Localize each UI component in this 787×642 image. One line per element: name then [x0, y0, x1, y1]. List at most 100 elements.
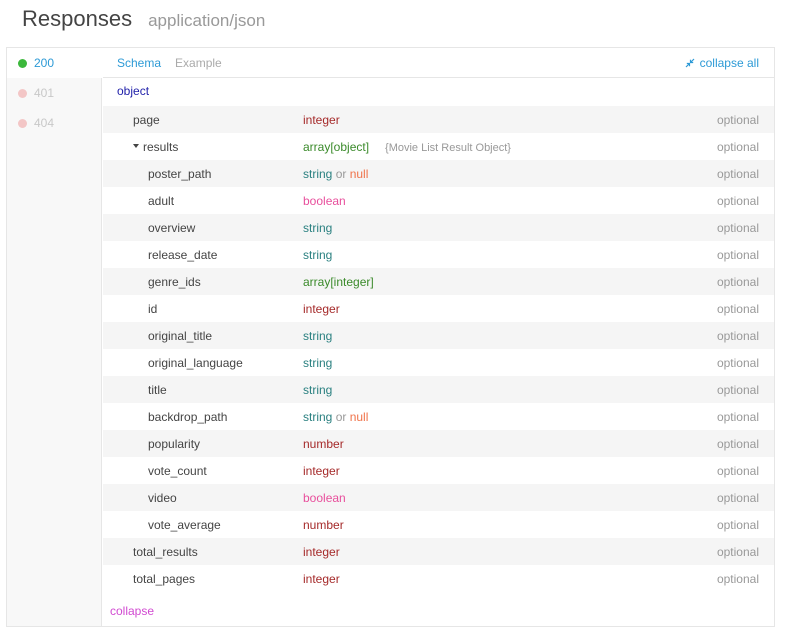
collapse-arrows-icon: [685, 58, 695, 68]
tab-example[interactable]: Example: [175, 56, 222, 70]
field-optional: optional: [716, 139, 759, 154]
field-name-text: results: [143, 139, 179, 154]
field-optional: optional: [716, 328, 759, 343]
schema-rows: page integer optional results array[obje…: [103, 106, 774, 592]
schema-row-results[interactable]: results array[object] {Movie List Result …: [103, 133, 774, 160]
field-type: integer: [303, 301, 340, 316]
field-type: string: [303, 328, 333, 343]
field-type-or: or: [335, 409, 347, 424]
field-name: id: [148, 301, 158, 316]
field-type: string: [303, 247, 333, 262]
field-optional: optional: [716, 544, 759, 559]
schema-row-release-date: release_date string optional: [103, 241, 774, 268]
field-optional: optional: [716, 517, 759, 532]
field-optional: optional: [716, 301, 759, 316]
field-name: backdrop_path: [148, 409, 228, 424]
status-code-list: 200 401 404: [7, 48, 102, 626]
tab-schema[interactable]: Schema: [117, 56, 161, 70]
schema-row-id: id integer optional: [103, 295, 774, 322]
field-type: array[object] {Movie List Result Object}: [303, 140, 511, 154]
status-code-label: 200: [34, 56, 55, 70]
root-object-type[interactable]: object: [117, 84, 149, 98]
field-type: integer: [303, 463, 340, 478]
field-type: boolean: [303, 193, 346, 208]
field-optional: optional: [716, 247, 759, 262]
field-name[interactable]: results: [133, 140, 178, 154]
response-panel: 200 401 404 Schema Example collapse all …: [6, 47, 775, 627]
collapse-link[interactable]: collapse: [110, 604, 154, 618]
field-optional: optional: [716, 355, 759, 370]
field-type-text: array[object]: [303, 139, 370, 154]
field-name: original_language: [148, 355, 243, 370]
field-name: original_title: [148, 328, 213, 343]
field-optional: optional: [716, 571, 759, 586]
field-type: array[integer]: [303, 274, 374, 289]
field-optional: optional: [716, 436, 759, 451]
schema-row-genre-ids: genre_ids array[integer] optional: [103, 268, 774, 295]
schema-row-title: title string optional: [103, 376, 774, 403]
field-type-or: or: [335, 166, 347, 181]
field-type-text: string: [303, 166, 333, 181]
field-optional: optional: [716, 409, 759, 424]
field-name: total_results: [133, 544, 198, 559]
caret-down-icon: [133, 144, 139, 149]
field-type: integer: [303, 544, 340, 559]
page-title: Responses: [22, 6, 133, 31]
status-dot-icon: [18, 58, 27, 68]
status-code-label: 401: [34, 86, 55, 100]
field-type-note: {Movie List Result Object}: [385, 141, 511, 154]
collapse-all-label: collapse all: [699, 56, 759, 70]
schema-row-total-results: total_results integer optional: [103, 538, 774, 565]
schema-row-adult: adult boolean optional: [103, 187, 774, 214]
field-optional: optional: [716, 220, 759, 235]
status-code-label: 404: [34, 116, 55, 130]
field-name: adult: [148, 193, 175, 208]
field-type: string: [303, 355, 333, 370]
status-dot-icon: [18, 118, 27, 128]
schema-row-original-title: original_title string optional: [103, 322, 774, 349]
field-type: string: [303, 382, 333, 397]
schema-row-backdrop-path: backdrop_path string or null optional: [103, 403, 774, 430]
field-type: number: [303, 436, 344, 451]
schema-row-total-pages: total_pages integer optional: [103, 565, 774, 592]
field-name: poster_path: [148, 166, 212, 181]
field-optional: optional: [716, 382, 759, 397]
schema-row-page: page integer optional: [103, 106, 774, 133]
responses-header: Responses application/json: [22, 6, 265, 36]
field-optional: optional: [716, 193, 759, 208]
schema-row-original-language: original_language string optional: [103, 349, 774, 376]
field-name: vote_count: [148, 463, 207, 478]
field-type: string or null: [303, 167, 368, 181]
field-type-null: null: [349, 166, 369, 181]
field-name: title: [148, 382, 167, 397]
status-code-401[interactable]: 401: [7, 78, 102, 108]
field-name: release_date: [148, 247, 218, 262]
schema-row-poster-path: poster_path string or null optional: [103, 160, 774, 187]
schema-row-popularity: popularity number optional: [103, 430, 774, 457]
schema-row-vote-count: vote_count integer optional: [103, 457, 774, 484]
field-optional: optional: [716, 490, 759, 505]
field-type: integer: [303, 571, 340, 586]
field-name: page: [133, 112, 160, 127]
field-type: boolean: [303, 490, 346, 505]
field-name: overview: [148, 220, 196, 235]
field-name: total_pages: [133, 571, 196, 586]
field-type: string: [303, 220, 333, 235]
field-type: number: [303, 517, 344, 532]
field-optional: optional: [716, 274, 759, 289]
field-name: popularity: [148, 436, 201, 451]
collapse-all-button[interactable]: collapse all: [685, 48, 759, 78]
field-optional: optional: [716, 112, 759, 127]
status-code-404[interactable]: 404: [7, 108, 102, 138]
content-type-label: application/json: [148, 11, 266, 30]
schema-toolbar: Schema Example collapse all: [103, 48, 774, 78]
status-dot-icon: [18, 88, 27, 98]
status-code-200[interactable]: 200: [7, 48, 102, 78]
field-type-null: null: [349, 409, 369, 424]
field-type: string or null: [303, 410, 368, 424]
schema-view: Schema Example collapse all object page …: [103, 48, 774, 626]
field-name: genre_ids: [148, 274, 201, 289]
field-name: video: [148, 490, 177, 505]
schema-row-video: video boolean optional: [103, 484, 774, 511]
schema-row-overview: overview string optional: [103, 214, 774, 241]
